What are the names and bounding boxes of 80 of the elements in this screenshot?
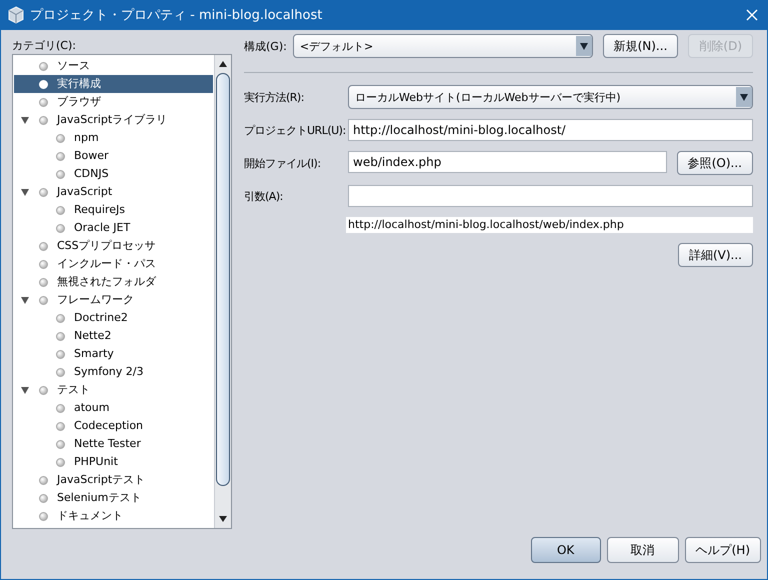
- node-icon: [39, 476, 48, 484]
- node-icon: [56, 134, 65, 142]
- node-icon: [39, 296, 48, 304]
- tree-item[interactable]: インクルード・パス: [14, 255, 213, 273]
- tree-item[interactable]: JavaScriptライブラリ: [14, 111, 213, 129]
- node-icon: [39, 512, 48, 520]
- tree-item[interactable]: Nette2: [14, 327, 213, 345]
- node-icon: [56, 350, 65, 358]
- tree-item[interactable]: PHPUnit: [14, 453, 213, 471]
- details-button[interactable]: 詳細(V)...: [678, 243, 753, 267]
- tree-item[interactable]: テスト: [14, 381, 213, 399]
- node-icon: [56, 224, 65, 232]
- tree-item[interactable]: フレームワーク: [14, 291, 213, 309]
- tree-item[interactable]: RequireJs: [14, 201, 213, 219]
- tree-item[interactable]: Bower: [14, 147, 213, 165]
- tree-item[interactable]: Codeception: [14, 417, 213, 435]
- dialog-button[interactable]: OK: [530, 537, 601, 563]
- node-icon: [56, 206, 65, 214]
- configuration-label: 構成(G):: [244, 38, 287, 54]
- node-icon: [39, 188, 48, 196]
- tree-item[interactable]: ソース: [14, 57, 213, 75]
- tree-item[interactable]: JavaScriptテスト: [14, 471, 213, 489]
- node-icon: [39, 116, 48, 124]
- tree-item[interactable]: npm: [14, 129, 213, 147]
- node-icon: [39, 62, 48, 70]
- field-label: プロジェクトURL(U):: [244, 122, 344, 138]
- node-icon: [39, 80, 48, 88]
- browse-button[interactable]: 参照(O)...: [676, 151, 753, 175]
- node-icon: [56, 314, 65, 322]
- close-icon[interactable]: [745, 8, 759, 22]
- tree-item[interactable]: JavaScript: [14, 183, 213, 201]
- expanded-arrow-icon[interactable]: [20, 115, 30, 125]
- tree-item[interactable]: 実行構成: [14, 75, 213, 93]
- run-method-dropdown[interactable]: ローカルWebサイト(ローカルWebサーバーで実行中): [348, 85, 753, 109]
- node-icon: [39, 278, 48, 286]
- field-label: 実行方法(R):: [244, 90, 305, 104]
- node-icon: [56, 332, 65, 340]
- tree-item[interactable]: ドキュメント: [14, 507, 213, 525]
- scroll-down-icon[interactable]: [218, 514, 228, 524]
- node-icon: [39, 494, 48, 502]
- tree-item[interactable]: Oracle JET: [14, 219, 213, 237]
- expanded-arrow-icon[interactable]: [20, 187, 30, 197]
- node-icon: [39, 260, 48, 268]
- dialog-button[interactable]: ヘルプ(H): [684, 537, 761, 563]
- new-button[interactable]: 新規(N)...: [602, 34, 678, 58]
- tree-item[interactable]: CDNJS: [14, 165, 213, 183]
- node-icon: [56, 404, 65, 412]
- node-icon: [56, 152, 65, 160]
- window-title: プロジェクト・プロパティ - mini-blog.localhost: [30, 7, 324, 24]
- expanded-arrow-icon[interactable]: [20, 295, 30, 305]
- tree-item[interactable]: 無視されたフォルダ: [14, 273, 213, 291]
- node-icon: [56, 170, 65, 178]
- scrollbar[interactable]: [214, 55, 231, 528]
- input-field[interactable]: [348, 185, 753, 207]
- input-field[interactable]: web/index.php: [348, 151, 667, 173]
- scroll-up-icon[interactable]: [218, 59, 228, 69]
- tree-item[interactable]: Doctrine2: [14, 309, 213, 327]
- configuration-dropdown[interactable]: <デフォルト>: [292, 34, 593, 58]
- tree-item[interactable]: Seleniumテスト: [14, 489, 213, 507]
- expanded-arrow-icon[interactable]: [20, 385, 30, 395]
- field-label: 引数(A):: [244, 188, 284, 204]
- node-icon: [56, 440, 65, 448]
- tree-item[interactable]: Smarty: [14, 345, 213, 363]
- node-icon: [56, 368, 65, 376]
- tree-item[interactable]: Symfony 2/3: [14, 363, 213, 381]
- tree-item[interactable]: ブラウザ: [14, 93, 213, 111]
- cube-icon: [8, 6, 24, 24]
- tree-item[interactable]: Nette Tester: [14, 435, 213, 453]
- dialog-button[interactable]: 取消: [606, 537, 679, 563]
- node-icon: [39, 242, 48, 250]
- input-field[interactable]: http://localhost/mini-blog.localhost/: [348, 119, 753, 141]
- node-icon: [39, 386, 48, 394]
- tree-item[interactable]: CSSプリプロセッサ: [14, 237, 213, 255]
- node-icon: [56, 422, 65, 430]
- node-icon: [39, 98, 48, 106]
- node-icon: [56, 458, 65, 466]
- resolved-url: http://localhost/mini-blog.localhost/web/index.php: [346, 217, 753, 233]
- tree-item[interactable]: atoum: [14, 399, 213, 417]
- category-label: カテゴリ(C):: [12, 39, 77, 52]
- field-label: 開始ファイル(I):: [244, 156, 322, 170]
